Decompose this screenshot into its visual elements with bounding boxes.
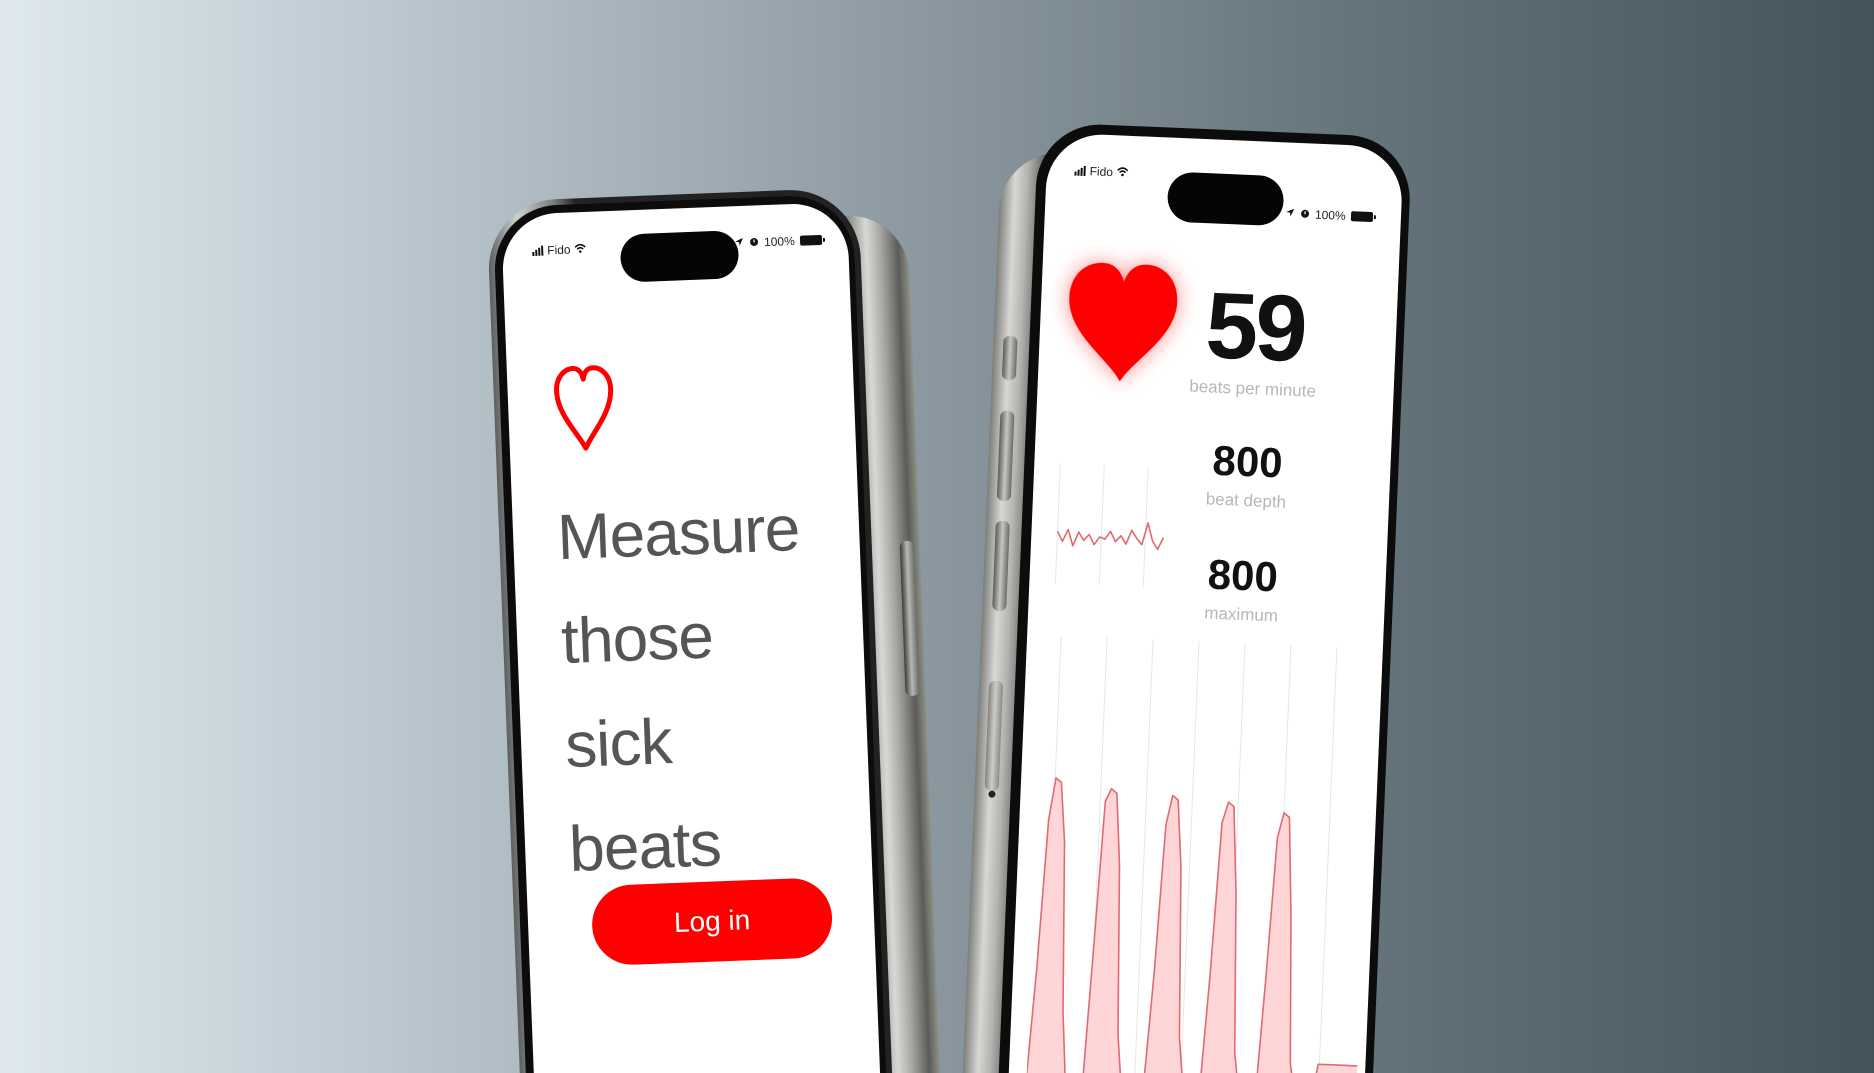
battery-icon bbox=[799, 234, 822, 246]
login-button[interactable]: Log in bbox=[590, 877, 834, 967]
maximum-metric: 800 maximum bbox=[1186, 551, 1299, 628]
carrier-name: Fido bbox=[546, 242, 571, 258]
mini-waveform-chart bbox=[1054, 463, 1165, 587]
maximum-label: maximum bbox=[1203, 603, 1279, 626]
maximum-value: 800 bbox=[1206, 550, 1279, 601]
bpm-label: beats per minute bbox=[1188, 376, 1317, 401]
series-area bbox=[1025, 777, 1358, 1073]
action-button bbox=[1001, 335, 1018, 381]
location-icon bbox=[1285, 207, 1296, 220]
wifi-icon bbox=[574, 242, 586, 255]
beat-depth-value: 800 bbox=[1211, 436, 1284, 487]
heart-rate-screen: Fido 100% 59 beats per minute 800 beat d… bbox=[1008, 132, 1404, 1073]
bpm-metric: 59 beats per minute bbox=[1187, 272, 1322, 402]
headline-line: sick bbox=[563, 705, 673, 782]
beat-depth-label: beat depth bbox=[1205, 489, 1287, 512]
alarm-icon bbox=[1300, 208, 1311, 221]
heart-filled-icon bbox=[1069, 262, 1178, 382]
battery-percent: 100% bbox=[763, 233, 796, 250]
bpm-value: 59 bbox=[1203, 272, 1307, 382]
series-line bbox=[1056, 522, 1165, 551]
carrier-name: Fido bbox=[1089, 164, 1114, 180]
background: Fido 100% Measure those sick beats Log i… bbox=[0, 0, 1874, 1073]
grid-line bbox=[1179, 641, 1200, 1073]
alarm-icon bbox=[749, 236, 759, 249]
pulse-area-chart bbox=[1025, 635, 1358, 1073]
series-line bbox=[1026, 777, 1358, 1073]
location-icon bbox=[734, 236, 744, 249]
grid-line bbox=[1317, 646, 1338, 1073]
battery-icon bbox=[1350, 211, 1373, 223]
grid-line bbox=[1098, 465, 1105, 585]
headline: Measure those sick beats bbox=[555, 475, 851, 901]
beat-depth-metric: 800 beat depth bbox=[1191, 437, 1304, 514]
battery-percent: 100% bbox=[1314, 207, 1346, 223]
heart-outline-icon bbox=[554, 365, 614, 451]
grid-line bbox=[1054, 463, 1061, 584]
headline-line: Measure bbox=[555, 492, 801, 574]
headline-line: those bbox=[559, 599, 715, 678]
wifi-icon bbox=[1117, 166, 1130, 179]
phone-left: Fido 100% Measure those sick beats Log i… bbox=[486, 185, 951, 1073]
signal-icon bbox=[1074, 165, 1086, 177]
login-screen: Fido 100% Measure those sick beats Log i… bbox=[500, 201, 882, 1073]
phone-right: Fido 100% 59 beats per minute 800 beat d… bbox=[962, 121, 1422, 1073]
signal-icon bbox=[532, 245, 544, 257]
status-bar: Fido 100% bbox=[501, 202, 849, 275]
